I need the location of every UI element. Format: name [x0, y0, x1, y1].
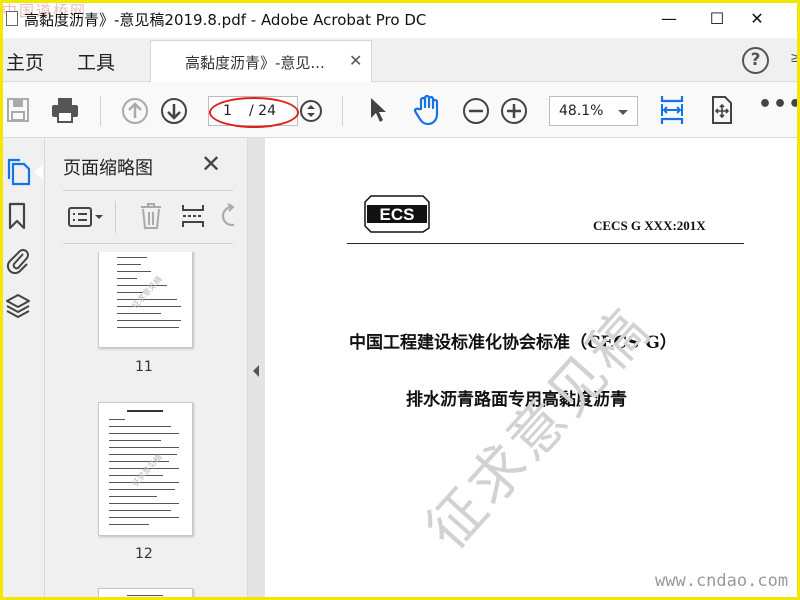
- zoom-select[interactable]: 48.1%: [549, 96, 638, 126]
- zoom-out-icon[interactable]: [462, 97, 490, 129]
- navigation-rail: [0, 138, 45, 600]
- attachment-icon[interactable]: [5, 246, 29, 275]
- site-watermark: www.cndao.com: [655, 571, 789, 591]
- ecs-logo: ECS: [363, 194, 431, 238]
- page-thumbnail[interactable]: [98, 588, 193, 598]
- minimize-button[interactable]: —: [656, 6, 682, 32]
- zoom-in-icon[interactable]: [500, 97, 528, 129]
- hand-icon[interactable]: [413, 94, 443, 130]
- collapse-arrow-icon[interactable]: [253, 365, 259, 377]
- print-icon[interactable]: [50, 97, 80, 127]
- thumbnail-watermark: 征求意见稿: [130, 452, 164, 489]
- options-list-icon[interactable]: [67, 205, 105, 233]
- select-arrow-icon[interactable]: [368, 96, 390, 128]
- toolbar-separator: [100, 96, 101, 126]
- tools-tab[interactable]: 工具: [77, 48, 115, 75]
- window-title: 高黏度沥青》-意见稿2019.8.pdf - Adobe Acrobat Pro…: [24, 11, 427, 29]
- more-tools-button[interactable]: •••: [758, 92, 800, 117]
- save-icon[interactable]: [6, 97, 30, 127]
- header-rule: [347, 243, 744, 244]
- panel-toolbar: [63, 190, 234, 244]
- close-panel-button[interactable]: ✕: [201, 150, 221, 178]
- page-thumbnail[interactable]: 征求意见稿: [98, 402, 193, 536]
- document-view[interactable]: ECS CECS G XXX:201X 中国工程建设标准化协会标准（CECS G…: [265, 138, 800, 600]
- annotation-ellipse: [209, 97, 299, 128]
- toolbar-separator: [342, 96, 343, 126]
- document-tab-label: 高黏度沥青》-意见...: [185, 54, 325, 72]
- thumbnails-panel: 页面缩略图 ✕ 征求意见稿 11 征求意见稿 12: [45, 138, 285, 600]
- standard-number: CECS G XXX:201X: [593, 218, 706, 233]
- thumbnail-label: 11: [135, 359, 153, 375]
- page-thumbnail[interactable]: 征求意见稿: [98, 252, 193, 348]
- thumbnail-label: 12: [135, 546, 153, 562]
- trash-icon[interactable]: [139, 201, 163, 235]
- scroll-mode-icon[interactable]: [709, 95, 735, 129]
- thumbnails-list: 征求意见稿 11 征求意见稿 12: [63, 252, 225, 598]
- logo-text: ECS: [380, 205, 415, 224]
- pages-icon[interactable]: [5, 158, 31, 186]
- panel-collapse-gutter[interactable]: [248, 138, 265, 600]
- maximize-button[interactable]: ☐: [704, 6, 730, 32]
- account-edge-icon[interactable]: ≥: [790, 50, 800, 66]
- extract-icon[interactable]: [180, 201, 206, 235]
- panel-title: 页面缩略图: [63, 158, 153, 179]
- bookmark-icon[interactable]: [5, 202, 29, 230]
- fit-width-icon[interactable]: [659, 94, 685, 130]
- prev-page-icon[interactable]: [121, 97, 149, 129]
- document-tab[interactable]: 高黏度沥青》-意见... ✕: [150, 40, 372, 82]
- layers-icon[interactable]: [5, 292, 30, 319]
- title-bar: 中国道桥网 高黏度沥青》-意见稿2019.8.pdf - Adobe Acrob…: [0, 0, 800, 38]
- rotate-icon[interactable]: [220, 203, 234, 229]
- toolbar: 1 / 24 48.1% •••: [0, 82, 800, 138]
- menu-bar: 主页 工具 高黏度沥青》-意见... ✕ ? ≥: [0, 38, 800, 82]
- panel-toolbar-separator: [115, 201, 116, 233]
- chevron-down-icon: [618, 110, 628, 115]
- active-pointer-icon: [34, 164, 43, 180]
- close-window-button[interactable]: ✕: [744, 6, 770, 32]
- help-button[interactable]: ?: [742, 47, 769, 74]
- next-page-icon[interactable]: [160, 97, 188, 129]
- zoom-value: 48.1%: [559, 103, 604, 119]
- pdf-file-icon: [6, 11, 18, 26]
- home-tab[interactable]: 主页: [6, 48, 44, 75]
- close-tab-button[interactable]: ✕: [349, 51, 362, 70]
- page-nav-icon[interactable]: [299, 99, 323, 127]
